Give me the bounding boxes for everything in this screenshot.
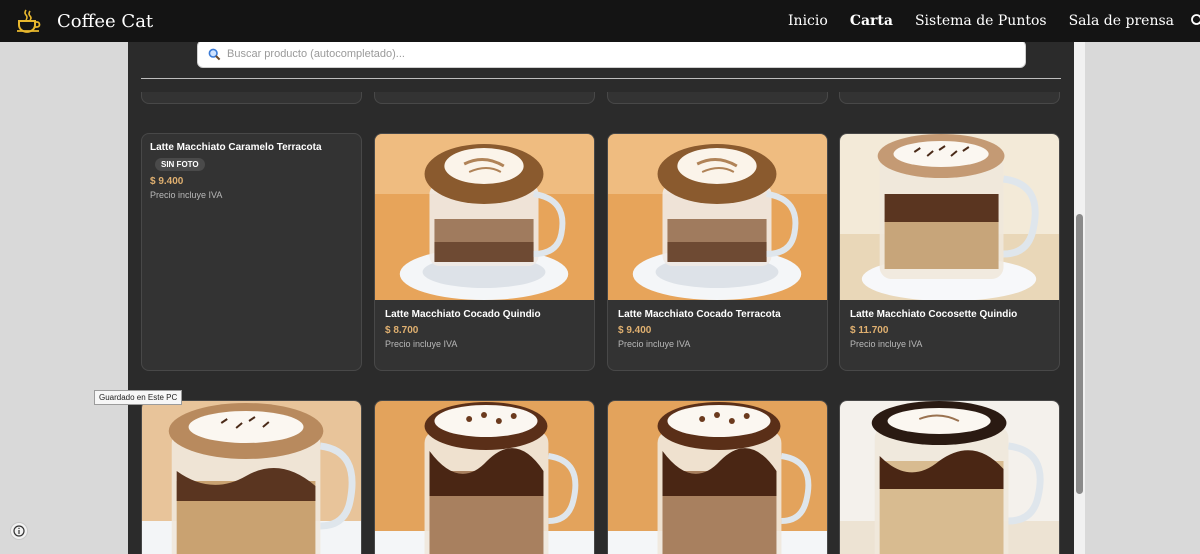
product-title: Latte Macchiato Cocado Quindio <box>385 309 541 320</box>
product-tax-note: Precio incluye IVA <box>618 339 691 349</box>
top-navbar: Coffee Cat Inicio Carta Sistema de Punto… <box>0 0 1200 42</box>
nav-link-sistema-de-puntos[interactable]: Sistema de Puntos <box>915 13 1047 29</box>
product-card-partial[interactable] <box>374 92 595 104</box>
product-image <box>840 134 1059 300</box>
product-card-partial[interactable] <box>141 92 362 104</box>
product-image <box>375 401 594 554</box>
nav-link-carta[interactable]: Carta <box>850 13 893 29</box>
info-button[interactable] <box>10 522 28 540</box>
product-title: Latte Macchiato Cocosette Quindio <box>850 309 1018 320</box>
search-input[interactable] <box>227 48 1025 60</box>
product-price: $ 8.700 <box>385 325 419 336</box>
product-price: $ 9.400 <box>618 325 652 336</box>
product-card[interactable]: Latte Macchiato Cocado Terracota $ 9.400… <box>607 133 828 371</box>
info-icon <box>13 525 25 537</box>
tooltip: Guardado en Este PC <box>94 390 183 405</box>
search-box[interactable] <box>197 42 1026 68</box>
product-image <box>608 134 827 300</box>
product-image <box>840 401 1059 554</box>
brand[interactable]: Coffee Cat <box>16 8 153 34</box>
product-image <box>608 401 827 554</box>
product-title: Latte Macchiato Caramelo Terracota <box>150 142 322 153</box>
product-card[interactable] <box>839 400 1060 554</box>
product-card[interactable]: Latte Macchiato Caramelo Terracota SIN F… <box>141 133 362 371</box>
product-image <box>375 134 594 300</box>
product-price: $ 11.700 <box>850 325 889 336</box>
nav-link-inicio[interactable]: Inicio <box>788 13 828 29</box>
product-card[interactable] <box>374 400 595 554</box>
search-icon[interactable] <box>1190 13 1200 29</box>
product-card-partial[interactable] <box>607 92 828 104</box>
coffee-cup-icon <box>17 9 41 33</box>
product-card[interactable] <box>607 400 828 554</box>
product-card[interactable]: Latte Macchiato Cocado Quindio $ 8.700 P… <box>374 133 595 371</box>
brand-name: Coffee Cat <box>57 10 154 32</box>
product-card[interactable] <box>141 400 362 554</box>
nav-link-sala-de-prensa[interactable]: Sala de prensa <box>1069 13 1174 29</box>
product-card-partial[interactable] <box>839 92 1060 104</box>
menu-panel: Latte Macchiato Caramelo Terracota SIN F… <box>128 42 1074 554</box>
no-photo-badge: SIN FOTO <box>155 158 205 171</box>
divider <box>141 78 1061 79</box>
product-tax-note: Precio incluye IVA <box>385 339 458 349</box>
scrollbar-thumb[interactable] <box>1076 214 1083 494</box>
nav-links: Inicio Carta Sistema de Puntos Sala de p… <box>766 0 1200 42</box>
product-tax-note: Precio incluye IVA <box>850 339 923 349</box>
product-image <box>142 401 361 554</box>
product-tax-note: Precio incluye IVA <box>150 190 223 200</box>
product-price: $ 9.400 <box>150 176 184 187</box>
product-title: Latte Macchiato Cocado Terracota <box>618 309 781 320</box>
scrollbar[interactable] <box>1074 42 1085 554</box>
magnifier-icon <box>208 48 221 60</box>
product-card[interactable]: Latte Macchiato Cocosette Quindio $ 11.7… <box>839 133 1060 371</box>
